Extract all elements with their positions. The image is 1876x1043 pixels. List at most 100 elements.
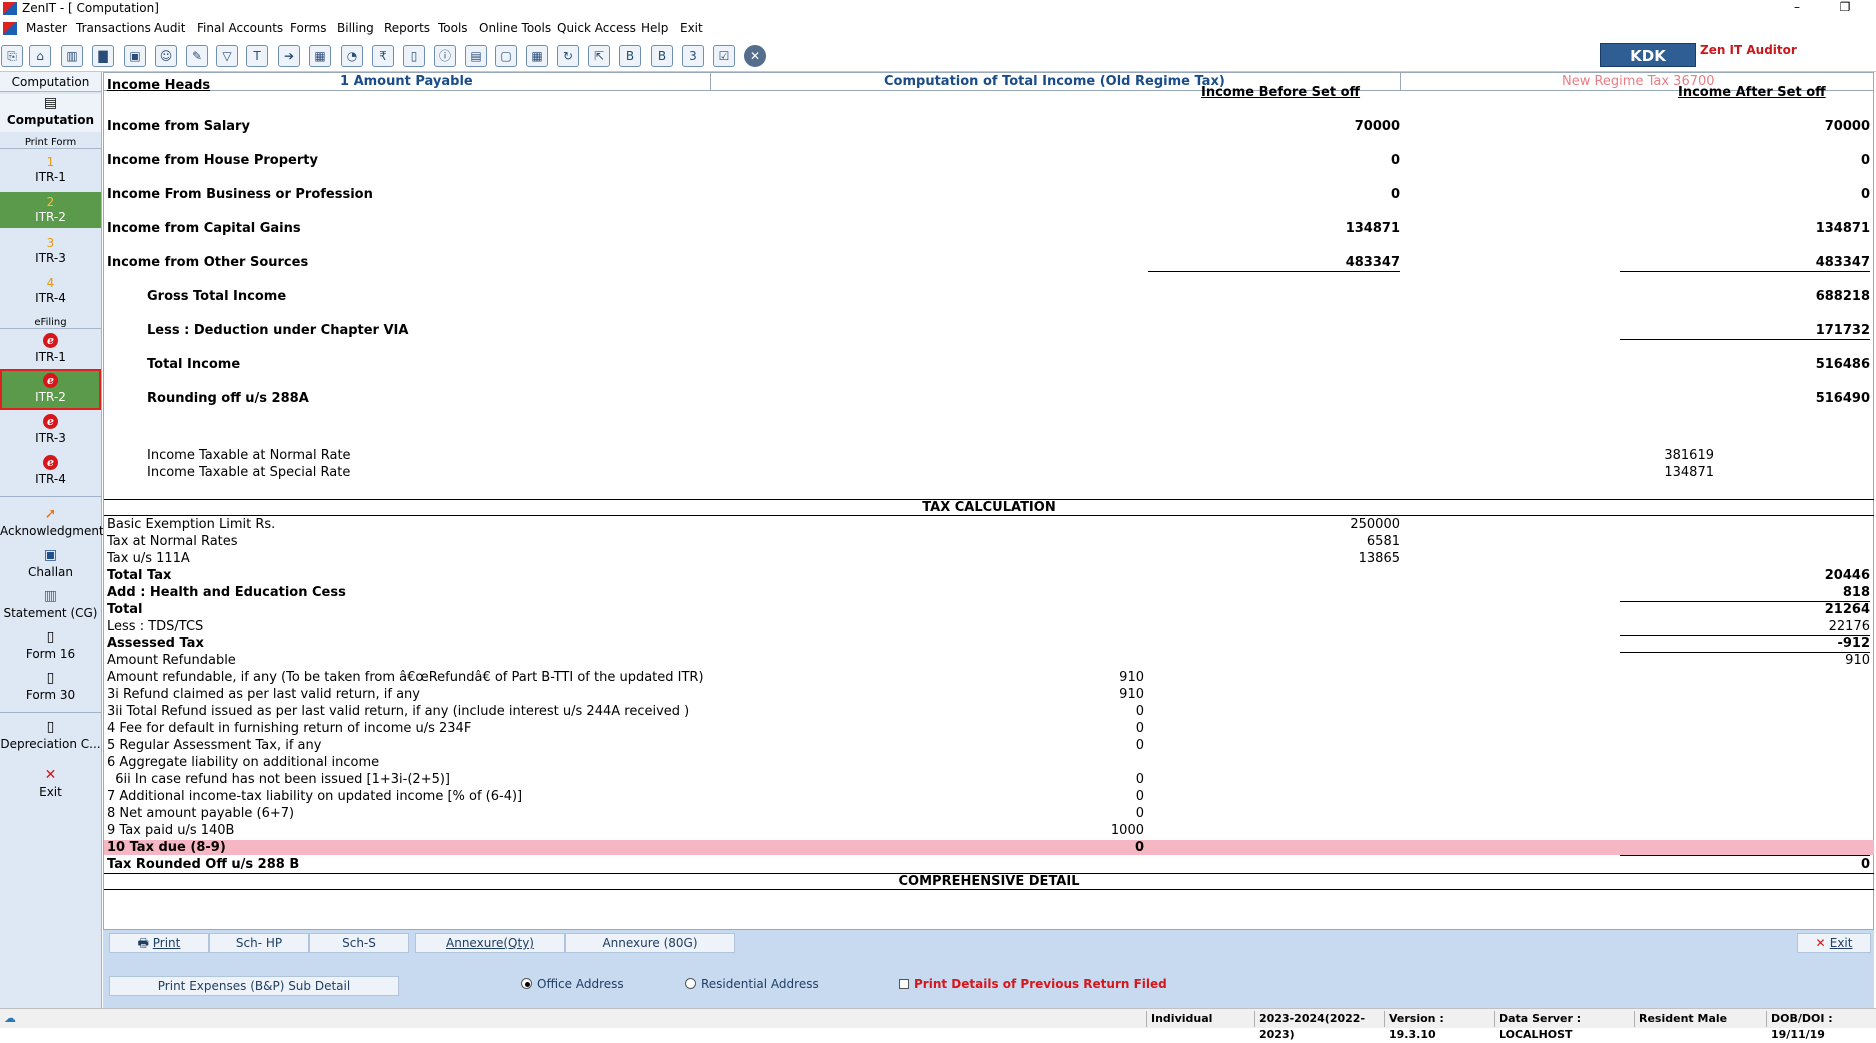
tax-111a-label: Tax u/s 111A xyxy=(107,551,190,566)
menu-exit[interactable]: Exit xyxy=(680,21,703,35)
tax-calculation-heading: TAX CALCULATION xyxy=(922,500,1056,515)
gross-total-label: Gross Total Income xyxy=(147,289,287,304)
export-icon[interactable]: ⇱ xyxy=(588,45,610,67)
basic-exemption-value: 250000 xyxy=(1350,517,1400,532)
3cd-icon[interactable]: 3 xyxy=(682,45,704,67)
sidebar-item-form-16[interactable]: ▯ Form 16 xyxy=(0,628,101,666)
sch-s-button[interactable]: Sch-S xyxy=(309,933,409,953)
restore-icon[interactable]: ❐ xyxy=(1830,0,1860,14)
computation-panel: 1 Amount Payable Computation of Total In… xyxy=(103,72,1874,930)
sidebar-item-print-itr-1[interactable]: 1 ITR-1 xyxy=(0,152,101,188)
exit-button[interactable]: ✕ Exit xyxy=(1797,933,1871,953)
row-before: 134871 xyxy=(1345,221,1400,236)
menu-forms[interactable]: Forms xyxy=(290,21,326,35)
calculator-icon[interactable]: ▦ xyxy=(309,45,331,67)
pay-icon[interactable]: ₹ xyxy=(372,45,394,67)
annexure-qty-button[interactable]: Annexure(Qty) xyxy=(415,933,565,953)
sidebar-item-print-itr-2[interactable]: 2 ITR-2 xyxy=(0,192,101,228)
toolbar: ⎘ ⌂ ▥ ▇ ▣ ☺ ✎ ▽ T ➔ ▦ ◔ ₹ ▯ ⓘ ▤ ▢ ▦ ↻ ⇱ … xyxy=(0,40,1876,72)
sidebar-item-challan[interactable]: ▣ Challan xyxy=(0,546,101,584)
menu-final-accounts[interactable]: Final Accounts xyxy=(197,21,283,35)
bs-icon[interactable]: B xyxy=(619,45,641,67)
gift-icon[interactable]: ▣ xyxy=(124,45,146,67)
updated-row-label: 5 Regular Assessment Tax, if any xyxy=(107,738,322,753)
underline xyxy=(1620,855,1870,856)
row-before: 483347 xyxy=(1345,255,1400,270)
updated-row-label: 9 Tax paid u/s 140B xyxy=(107,823,235,838)
tax-icon[interactable]: T xyxy=(246,45,268,67)
document-user-icon[interactable]: ▢ xyxy=(495,45,517,67)
divider xyxy=(104,515,1874,516)
sidebar-item-efiling-itr-1[interactable]: e ITR-1 xyxy=(0,331,101,369)
menu-online-tools[interactable]: Online Tools xyxy=(479,21,551,35)
building-icon[interactable]: ▥ xyxy=(61,45,83,67)
row-before: 70000 xyxy=(1354,119,1400,134)
updated-row-label: 3i Refund claimed as per last valid retu… xyxy=(107,687,420,702)
row-label: Income from House Property xyxy=(107,153,318,168)
menu-reports[interactable]: Reports xyxy=(384,21,430,35)
arrow-icon[interactable]: ➔ xyxy=(278,45,300,67)
sidebar-item-depreciation[interactable]: ▯ Depreciation C... xyxy=(0,718,101,756)
menu-master[interactable]: Master xyxy=(26,21,67,35)
menu-billing[interactable]: Billing xyxy=(337,21,374,35)
sidebar-item-form-30[interactable]: ▯ Form 30 xyxy=(0,669,101,707)
print-button[interactable]: 🖶 Print xyxy=(109,933,209,953)
menu-tools[interactable]: Tools xyxy=(438,21,468,35)
sidebar-item-efiling-itr-4[interactable]: e ITR-4 xyxy=(0,453,101,491)
sidebar-item-print-itr-4[interactable]: 4 ITR-4 xyxy=(0,273,101,309)
checklist-icon[interactable]: ☑ xyxy=(713,45,735,67)
updated-row-value: 1000 xyxy=(1110,823,1144,838)
updated-row-label: 4 Fee for default in furnishing return o… xyxy=(107,721,472,736)
sidebar-item-efiling-itr-3[interactable]: e ITR-3 xyxy=(0,412,101,450)
residential-address-radio[interactable]: Residential Address xyxy=(685,977,819,991)
deduction-value: 171732 xyxy=(1815,323,1870,338)
menu-quick-access[interactable]: Quick Access xyxy=(557,21,636,35)
sidebar-item-acknowledgment[interactable]: ➚ Acknowledgment xyxy=(0,505,104,543)
tools-icon[interactable]: ✎ xyxy=(186,45,208,67)
sidebar-item-exit[interactable]: ✕ Exit xyxy=(0,766,101,804)
deduction-label: Less : Deduction under Chapter VIA xyxy=(147,323,409,338)
sidebar-item-print-itr-3[interactable]: 3 ITR-3 xyxy=(0,233,101,269)
updated-row-value: 910 xyxy=(1119,670,1144,685)
updated-row-label: Amount refundable, if any (To be taken f… xyxy=(107,670,704,685)
sidebar-item-efiling-itr-2[interactable]: e ITR-2 xyxy=(0,369,101,410)
radio-icon xyxy=(685,978,696,989)
open-icon[interactable]: ⎘ xyxy=(1,45,23,67)
annexure-80g-button[interactable]: Annexure (80G) xyxy=(565,933,735,953)
status-version: Version : 19.3.10 xyxy=(1384,1011,1494,1041)
close-icon[interactable]: ✕ xyxy=(744,45,766,67)
people-icon[interactable]: ☺ xyxy=(155,45,177,67)
filter-icon[interactable]: ▽ xyxy=(216,45,238,67)
tax-rounded-label: Tax Rounded Off u/s 288 B xyxy=(107,857,300,872)
divider xyxy=(104,889,1874,890)
status-type: Individual xyxy=(1146,1011,1254,1027)
refresh-icon[interactable]: ↻ xyxy=(557,45,579,67)
bar-chart-icon[interactable]: ▇ xyxy=(92,45,114,67)
bs-edit-icon[interactable]: B xyxy=(651,45,673,67)
kdk-assist-button[interactable]: KDK ASSIST xyxy=(1600,43,1696,89)
print-previous-checkbox[interactable]: Print Details of Previous Return Filed xyxy=(899,977,1167,991)
sidebar-item-computation[interactable]: ▤ Computation xyxy=(0,94,101,132)
minimize-icon[interactable]: – xyxy=(1782,0,1812,14)
book-icon[interactable]: ▯ xyxy=(403,45,425,67)
report-icon[interactable]: ▤ xyxy=(465,45,487,67)
home-icon[interactable]: ⌂ xyxy=(29,45,51,67)
menu-help[interactable]: Help xyxy=(641,21,668,35)
window-title: ZenIT - [ Computation] xyxy=(22,1,159,15)
tax-due-row xyxy=(104,840,1874,855)
zen-it-auditor-label[interactable]: Zen IT Auditor xyxy=(1700,43,1797,57)
underline xyxy=(1148,271,1400,272)
office-address-radio[interactable]: Office Address xyxy=(521,977,624,991)
amount-payable-tab[interactable]: 1 Amount Payable xyxy=(340,74,473,89)
updated-row-label: 3ii Total Refund issued as per last vali… xyxy=(107,704,690,719)
info-icon[interactable]: ⓘ xyxy=(434,45,456,67)
calendar-icon[interactable]: ▦ xyxy=(526,45,548,67)
total-income-value: 516486 xyxy=(1815,357,1870,372)
sidebar-item-statement-cg[interactable]: ▥ Statement (CG) xyxy=(0,587,101,625)
print-expenses-button[interactable]: Print Expenses (B&P) Sub Detail xyxy=(109,976,399,996)
menu-audit[interactable]: Audit xyxy=(154,21,185,35)
app-logo-icon xyxy=(3,2,17,15)
sch-hp-button[interactable]: Sch- HP xyxy=(209,933,309,953)
menu-transactions[interactable]: Transactions xyxy=(76,21,151,35)
pie-icon[interactable]: ◔ xyxy=(341,45,363,67)
